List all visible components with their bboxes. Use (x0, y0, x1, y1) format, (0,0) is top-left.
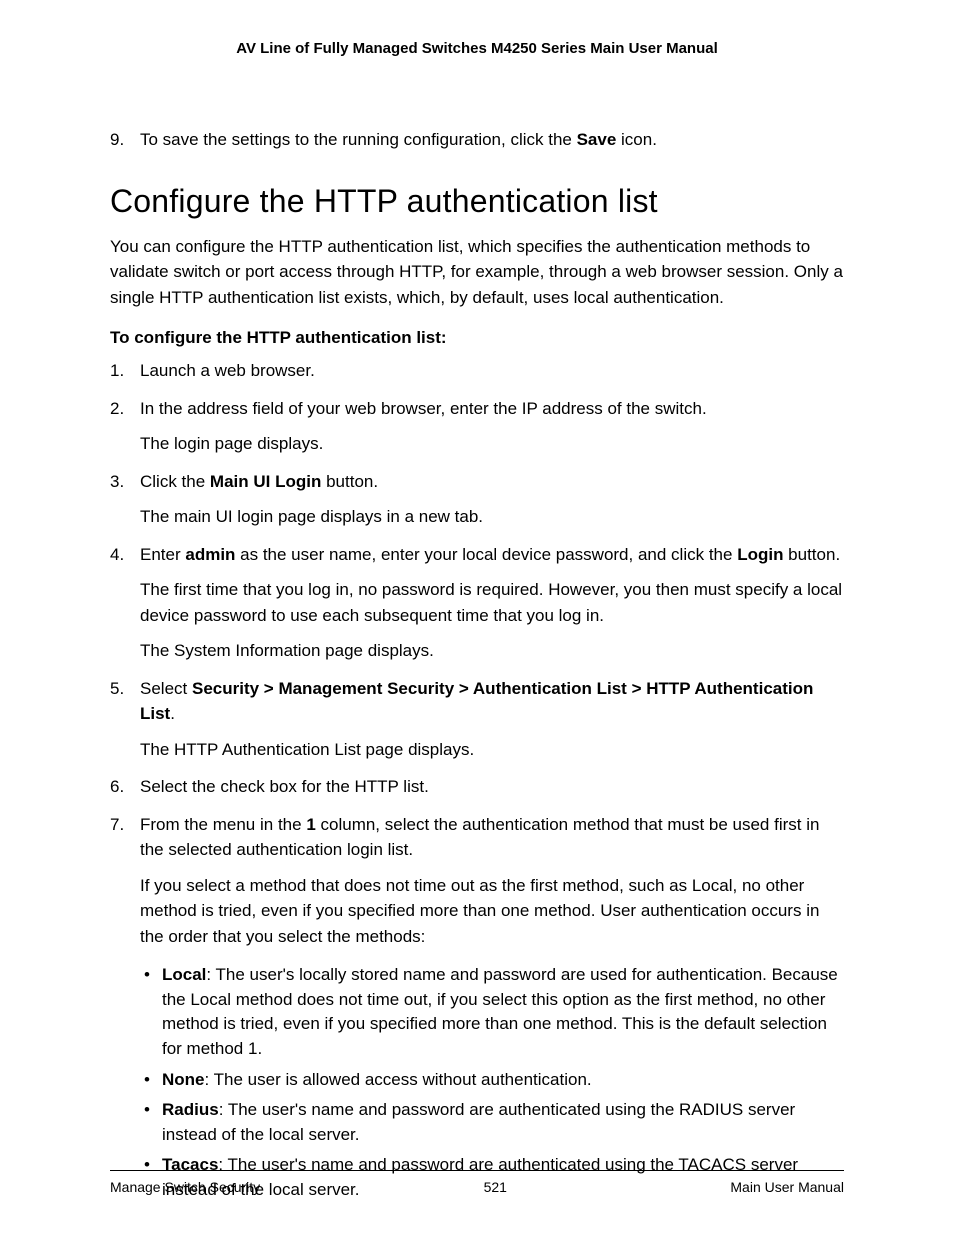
bullet-text: : The user's locally stored name and pas… (162, 965, 838, 1058)
bullet-text: : The user is allowed access without aut… (205, 1070, 592, 1089)
bullet-label: Local (162, 965, 206, 984)
page-footer: Manage Switch Security 521 Main User Man… (110, 1170, 844, 1195)
text-run: Enter (140, 545, 185, 564)
text-run: From the menu in the (140, 815, 306, 834)
step-number: 3. (110, 469, 140, 530)
text-line: If you select a method that does not tim… (140, 873, 844, 950)
text-run: . (170, 704, 175, 723)
bold-run: Security > Management Security > Authent… (140, 679, 813, 724)
footer-left: Manage Switch Security (110, 1179, 260, 1195)
text-run: button. (321, 472, 378, 491)
step-2: 2. In the address field of your web brow… (110, 396, 844, 457)
bullet-text: : The user's name and password are authe… (162, 1100, 795, 1144)
step-text: Select the check box for the HTTP list. (140, 774, 844, 800)
step-text: Select Security > Management Security > … (140, 676, 844, 763)
step-number: 9. (110, 127, 140, 153)
intro-paragraph: You can configure the HTTP authenticatio… (110, 234, 844, 311)
bold-run: Login (737, 545, 783, 564)
bold-run: admin (185, 545, 235, 564)
step-1: 1. Launch a web browser. (110, 358, 844, 384)
footer-right: Main User Manual (730, 1179, 844, 1195)
text-run: as the user name, enter your local devic… (235, 545, 737, 564)
text-line: Launch a web browser. (140, 358, 844, 384)
section-title: Configure the HTTP authentication list (110, 183, 844, 220)
bullet-item: Local: The user's locally stored name an… (140, 963, 844, 1062)
text-line: The login page displays. (140, 431, 844, 457)
bullet-label: Radius (162, 1100, 219, 1119)
step-3: 3. Click the Main UI Login button. The m… (110, 469, 844, 530)
step-text: To save the settings to the running conf… (140, 127, 844, 153)
sub-heading: To configure the HTTP authentication lis… (110, 328, 844, 348)
bold-run: 1 (306, 815, 315, 834)
text-line: The main UI login page displays in a new… (140, 504, 844, 530)
step-text: From the menu in the 1 column, select th… (140, 812, 844, 1209)
step-9: 9. To save the settings to the running c… (110, 127, 844, 153)
step-7: 7. From the menu in the 1 column, select… (110, 812, 844, 1209)
step-number: 2. (110, 396, 140, 457)
step-text: Enter admin as the user name, enter your… (140, 542, 844, 664)
step-text: Launch a web browser. (140, 358, 844, 384)
text-line: Select the check box for the HTTP list. (140, 774, 844, 800)
document-header: AV Line of Fully Managed Switches M4250 … (110, 40, 844, 57)
step-text: In the address field of your web browser… (140, 396, 844, 457)
step-number: 6. (110, 774, 140, 800)
text-line: The HTTP Authentication List page displa… (140, 737, 844, 763)
step-text: Click the Main UI Login button. The main… (140, 469, 844, 530)
text-run: button. (783, 545, 840, 564)
footer-page-number: 521 (484, 1179, 507, 1195)
step-6: 6. Select the check box for the HTTP lis… (110, 774, 844, 800)
text-line: In the address field of your web browser… (140, 396, 844, 422)
bullet-list: Local: The user's locally stored name an… (140, 963, 844, 1203)
step-5: 5. Select Security > Management Security… (110, 676, 844, 763)
bold-run: Save (577, 130, 617, 149)
text-run: icon. (616, 130, 657, 149)
text-line: The System Information page displays. (140, 638, 844, 664)
document-page: AV Line of Fully Managed Switches M4250 … (0, 0, 954, 1235)
step-number: 7. (110, 812, 140, 1209)
bullet-label: None (162, 1070, 205, 1089)
text-run: To save the settings to the running conf… (140, 130, 577, 149)
text-run: Click the (140, 472, 210, 491)
step-number: 5. (110, 676, 140, 763)
bold-run: Main UI Login (210, 472, 321, 491)
text-run: Select (140, 679, 192, 698)
step-number: 1. (110, 358, 140, 384)
step-4: 4. Enter admin as the user name, enter y… (110, 542, 844, 664)
text-line: The first time that you log in, no passw… (140, 577, 844, 628)
bullet-item: None: The user is allowed access without… (140, 1068, 844, 1093)
step-number: 4. (110, 542, 140, 664)
bullet-item: Radius: The user's name and password are… (140, 1098, 844, 1147)
